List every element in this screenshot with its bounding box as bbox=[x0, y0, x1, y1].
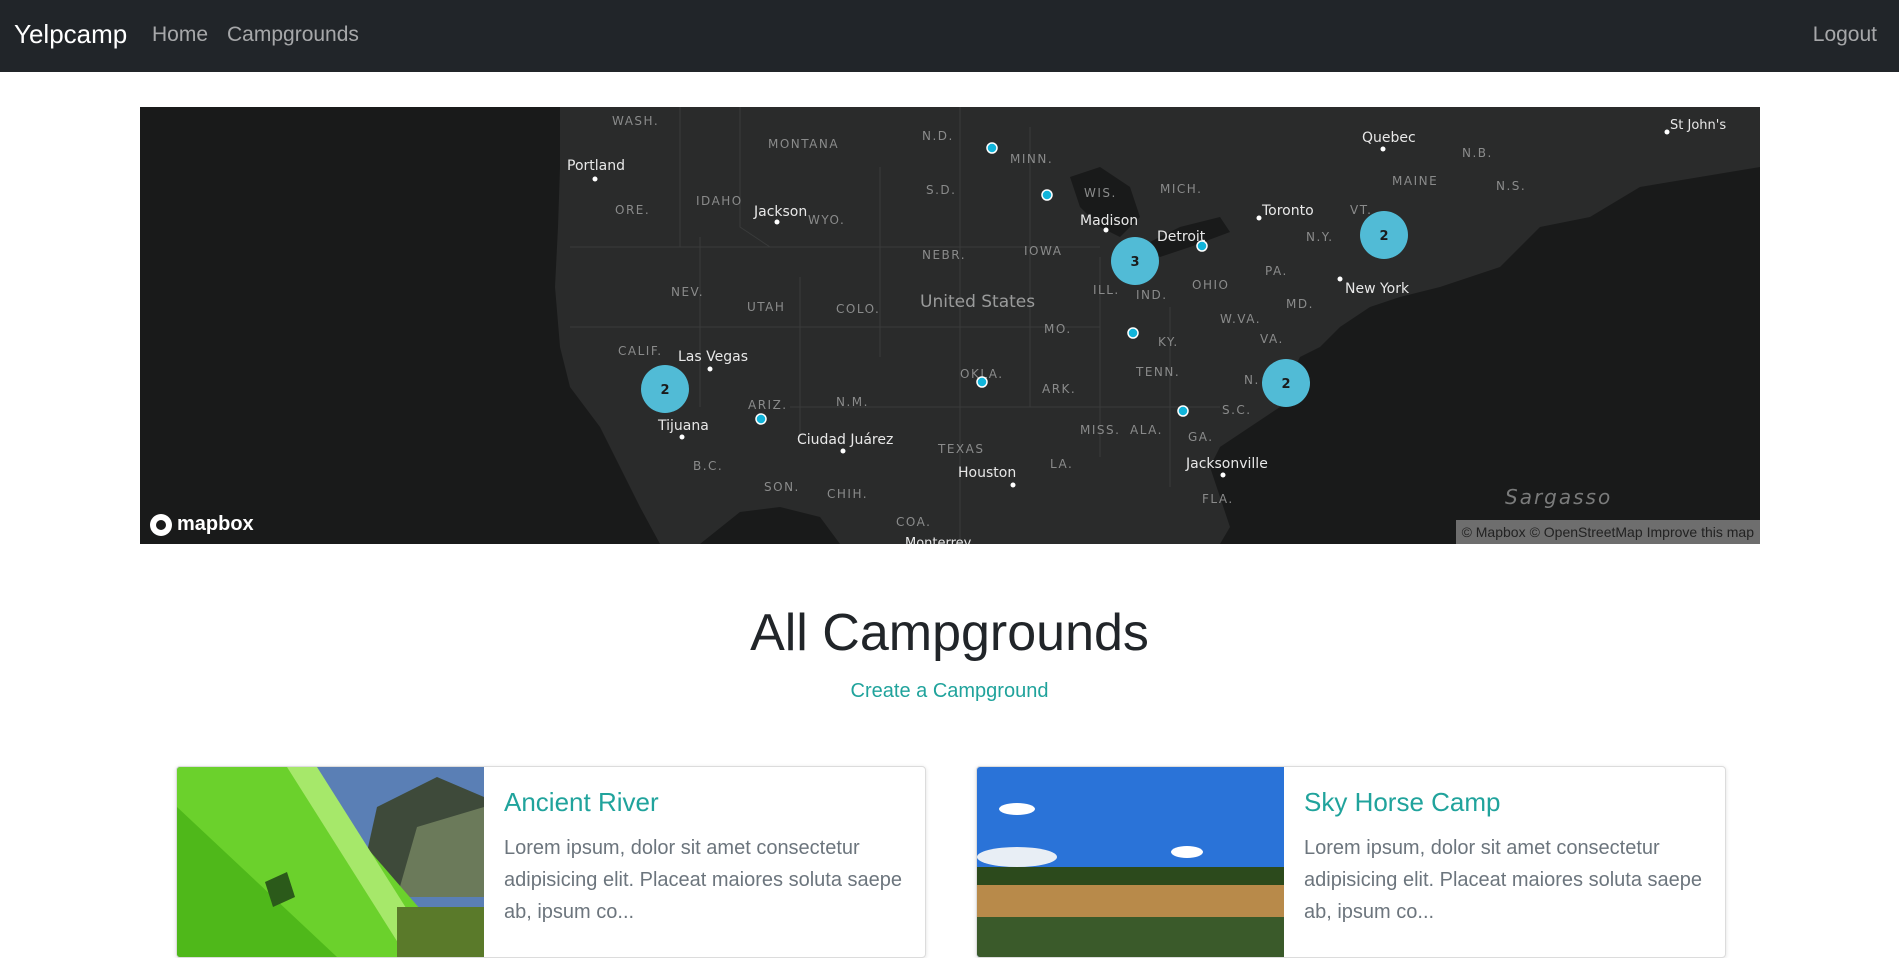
label-iowa: IOWA bbox=[1024, 244, 1062, 258]
cluster-count: 2 bbox=[1281, 377, 1290, 392]
city-tijuana: Tijuana bbox=[657, 418, 709, 434]
label-sc: S.C. bbox=[1222, 403, 1252, 417]
label-nb: N.B. bbox=[1462, 146, 1493, 160]
label-md: MD. bbox=[1286, 297, 1314, 311]
cluster-count: 2 bbox=[660, 383, 669, 398]
city-stjohns: St John's bbox=[1670, 118, 1726, 133]
label-ny: N.Y. bbox=[1306, 230, 1334, 244]
label-utah: UTAH bbox=[747, 300, 785, 314]
label-fla: FLA. bbox=[1202, 492, 1234, 506]
campground-description: Lorem ipsum, dolor sit amet consectetur … bbox=[504, 837, 902, 923]
label-la: LA. bbox=[1050, 457, 1073, 471]
city-toronto: Toronto bbox=[1261, 203, 1314, 219]
attribution-osm-link[interactable]: © OpenStreetMap bbox=[1530, 520, 1643, 544]
label-pa: PA. bbox=[1265, 264, 1288, 278]
city-madison: Madison bbox=[1080, 213, 1138, 229]
cluster-count: 3 bbox=[1130, 255, 1139, 270]
campground-card: Sky Horse Camp Lorem ipsum, dolor sit am… bbox=[976, 766, 1726, 958]
label-calif: CALIF. bbox=[618, 344, 663, 358]
city-portland: Portland bbox=[567, 158, 625, 174]
campground-image bbox=[977, 767, 1284, 957]
label-nev: NEV. bbox=[671, 285, 704, 299]
brand-link[interactable]: Yelpcamp bbox=[14, 19, 127, 50]
city-lasvegas: Las Vegas bbox=[678, 349, 748, 365]
label-tenn: TENN. bbox=[1135, 365, 1180, 379]
campground-point[interactable] bbox=[1127, 327, 1139, 339]
label-country: United States bbox=[920, 292, 1035, 312]
label-nm: N.M. bbox=[836, 395, 869, 409]
campground-point[interactable] bbox=[1196, 240, 1208, 252]
label-wva: W.VA. bbox=[1220, 312, 1261, 326]
label-nd: N.D. bbox=[922, 129, 954, 143]
label-nebr: NEBR. bbox=[922, 248, 966, 262]
city-jacksonville: Jacksonville bbox=[1185, 456, 1268, 472]
label-ohio: OHIO bbox=[1192, 278, 1229, 292]
create-campground-link[interactable]: Create a Campground bbox=[851, 680, 1049, 702]
land-mass bbox=[555, 107, 1760, 544]
campground-card: Ancient River Lorem ipsum, dolor sit ame… bbox=[176, 766, 926, 958]
attribution-mapbox-link[interactable]: © Mapbox bbox=[1462, 520, 1526, 544]
label-chih: CHIH. bbox=[827, 487, 868, 501]
label-bc: B.C. bbox=[693, 459, 723, 473]
label-ark: ARK. bbox=[1042, 382, 1076, 396]
campground-point[interactable] bbox=[1177, 405, 1189, 417]
label-minn: MINN. bbox=[1010, 152, 1053, 166]
label-wis: WIS. bbox=[1084, 186, 1117, 200]
nav-campgrounds-link[interactable]: Campgrounds bbox=[227, 23, 359, 47]
label-ore: ORE. bbox=[615, 203, 650, 217]
mapbox-logo[interactable]: mapbox bbox=[150, 513, 254, 536]
city-newyork: New York bbox=[1345, 281, 1410, 297]
label-wyo: WYO. bbox=[808, 213, 845, 227]
label-colo: COLO. bbox=[836, 302, 880, 316]
label-ariz: ARIZ. bbox=[748, 398, 788, 412]
cluster-map[interactable]: WASH. MONTANA N.D. MINN. S.D. WIS. MICH.… bbox=[140, 107, 1760, 544]
label-ns: N.S. bbox=[1496, 179, 1526, 193]
campground-point[interactable] bbox=[976, 376, 988, 388]
page-title: All Campgrounds bbox=[750, 604, 1149, 662]
label-vt: VT. bbox=[1350, 203, 1372, 217]
campground-title[interactable]: Ancient River bbox=[504, 787, 904, 818]
attribution-improve-link[interactable]: Improve this map bbox=[1647, 520, 1754, 544]
city-houston: Houston bbox=[958, 465, 1016, 481]
label-ill: ILL. bbox=[1093, 283, 1120, 297]
label-miss: MISS. bbox=[1080, 423, 1120, 437]
label-nc: N. bbox=[1244, 373, 1260, 387]
label-son: SON. bbox=[764, 480, 800, 494]
map-attribution: © Mapbox © OpenStreetMap Improve this ma… bbox=[1455, 520, 1760, 544]
label-mo: MO. bbox=[1044, 322, 1072, 336]
campground-image bbox=[177, 767, 484, 957]
nav-home-link[interactable]: Home bbox=[152, 23, 208, 47]
campground-point[interactable] bbox=[755, 413, 767, 425]
label-idaho: IDAHO bbox=[696, 194, 743, 208]
mapbox-icon bbox=[150, 513, 172, 536]
label-ga: GA. bbox=[1188, 430, 1214, 444]
label-ky: KY. bbox=[1158, 335, 1179, 349]
label-sd: S.D. bbox=[926, 183, 957, 197]
label-ind: IND. bbox=[1136, 288, 1168, 302]
campground-description: Lorem ipsum, dolor sit amet consectetur … bbox=[1304, 837, 1702, 923]
label-va: VA. bbox=[1260, 332, 1284, 346]
campground-point[interactable] bbox=[986, 142, 998, 154]
city-quebec: Quebec bbox=[1362, 130, 1416, 146]
campground-title[interactable]: Sky Horse Camp bbox=[1304, 787, 1704, 818]
nav-logout-link[interactable]: Logout bbox=[1813, 23, 1877, 47]
city-jackson: Jackson bbox=[753, 204, 807, 220]
city-monterrey: Monterrey bbox=[905, 536, 972, 544]
label-ocean: Sargasso bbox=[1505, 485, 1612, 509]
campground-point[interactable] bbox=[1041, 189, 1053, 201]
label-wash: WASH. bbox=[612, 114, 659, 128]
label-ala: ALA. bbox=[1130, 423, 1163, 437]
city-ciudadjuarez: Ciudad Juárez bbox=[797, 432, 893, 448]
label-maine: MAINE bbox=[1392, 174, 1438, 188]
cluster-count: 2 bbox=[1379, 229, 1388, 244]
label-mich: MICH. bbox=[1160, 182, 1202, 196]
navbar: Yelpcamp Home Campgrounds Logout bbox=[0, 0, 1899, 72]
label-texas: TEXAS bbox=[937, 442, 984, 456]
map-canvas[interactable]: WASH. MONTANA N.D. MINN. S.D. WIS. MICH.… bbox=[140, 107, 1760, 544]
label-coa: COA. bbox=[896, 515, 931, 529]
label-montana: MONTANA bbox=[768, 137, 839, 151]
mapbox-logo-text: mapbox bbox=[177, 513, 254, 535]
